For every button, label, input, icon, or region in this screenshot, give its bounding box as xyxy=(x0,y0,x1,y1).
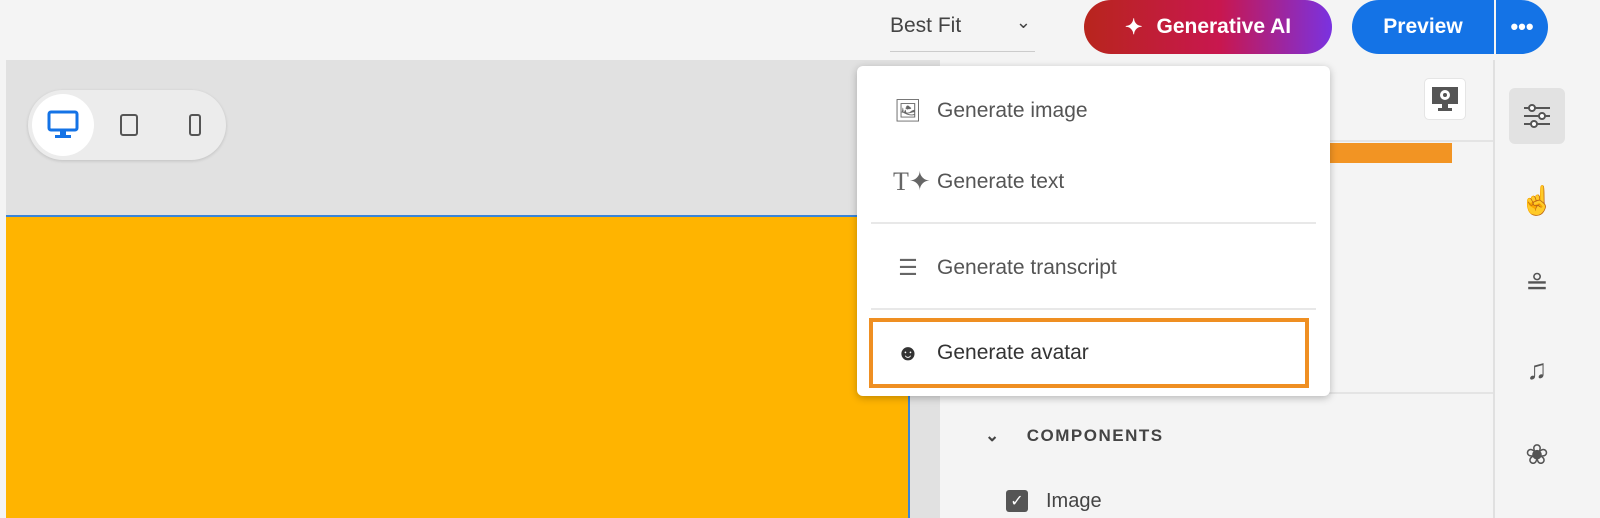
slide-stage[interactable] xyxy=(6,215,910,518)
menu-item-generate-avatar[interactable]: ☻ Generate avatar xyxy=(869,318,1309,388)
color-swatch[interactable] xyxy=(1330,143,1452,163)
image-sparkle-icon: 🖼 xyxy=(894,98,922,123)
generative-ai-label: Generative AI xyxy=(1156,15,1292,38)
mobile-icon xyxy=(189,114,201,136)
menu-item-label: Generate transcript xyxy=(937,256,1117,279)
more-options-button[interactable]: ••• xyxy=(1496,0,1548,54)
desktop-view-button[interactable] xyxy=(32,94,94,156)
generative-ai-button[interactable]: ✦ Generative AI xyxy=(1084,0,1332,54)
menu-item-label: Generate text xyxy=(937,170,1065,193)
menu-item-generate-image[interactable]: 🖼 Generate image xyxy=(873,79,1313,143)
properties-sliders-icon[interactable] xyxy=(1509,88,1565,144)
monitor-eye-icon xyxy=(1432,87,1458,111)
components-section-header[interactable]: ⌄ COMPONENTS xyxy=(985,426,1164,446)
zoom-select[interactable]: Best Fit ⌄ xyxy=(890,10,1035,52)
menu-divider xyxy=(871,222,1316,224)
device-toggle xyxy=(28,90,226,160)
menu-item-label: Generate avatar xyxy=(937,341,1089,364)
generative-ai-menu: 🖼 Generate image T✦ Generate text ☰ Generat… xyxy=(857,66,1330,396)
transcript-sparkle-icon: ☰ xyxy=(898,255,918,280)
text-sparkle-icon: T✦ xyxy=(893,167,931,196)
section-title: COMPONENTS xyxy=(1026,426,1164,445)
avatar-sparkle-icon: ☻ xyxy=(896,340,920,365)
right-icon-rail: ☝ ≗ ♫ ❀ xyxy=(1493,60,1600,518)
component-label: Image xyxy=(1046,490,1102,512)
menu-item-generate-text[interactable]: T✦ Generate text xyxy=(873,150,1313,214)
preview-monitor-button[interactable] xyxy=(1424,78,1466,120)
chevron-down-icon: ⌄ xyxy=(1015,12,1031,32)
interaction-hand-icon[interactable]: ☝ xyxy=(1509,172,1565,228)
sparkle-icon: ✦ xyxy=(1124,15,1143,39)
mobile-view-button[interactable] xyxy=(164,94,226,156)
tablet-icon xyxy=(120,114,138,136)
animation-icon[interactable]: ≗ xyxy=(1509,256,1565,312)
checkbox-checked-icon[interactable]: ✓ xyxy=(1006,490,1028,512)
menu-item-generate-transcript[interactable]: ☰ Generate transcript xyxy=(873,236,1313,300)
audio-music-icon[interactable]: ♫ xyxy=(1509,342,1565,398)
chevron-down-icon: ⌄ xyxy=(985,426,1001,445)
preview-button[interactable]: Preview xyxy=(1352,0,1494,54)
menu-item-label: Generate image xyxy=(937,99,1088,122)
desktop-icon xyxy=(47,110,79,138)
zoom-value: Best Fit xyxy=(890,14,962,37)
tablet-view-button[interactable] xyxy=(98,94,160,156)
component-image-row[interactable]: ✓ Image xyxy=(1006,490,1102,513)
accessibility-icon[interactable]: ❀ xyxy=(1509,426,1565,482)
menu-divider xyxy=(871,308,1316,310)
